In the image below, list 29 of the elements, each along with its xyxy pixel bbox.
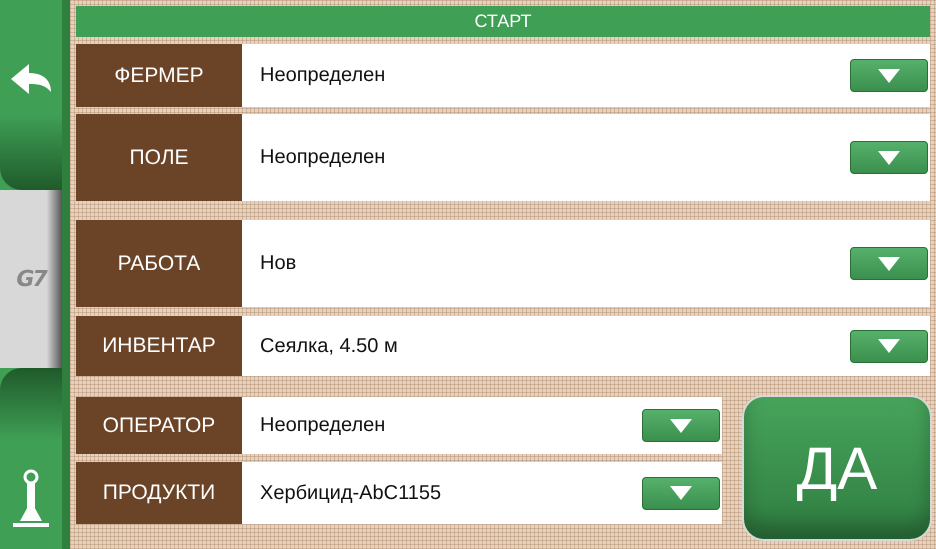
field-value: Нов <box>260 252 298 275</box>
caret-icon <box>878 150 900 164</box>
back-arrow-icon[interactable] <box>9 62 53 96</box>
caret-icon <box>670 486 692 500</box>
dropdown-button[interactable] <box>850 247 928 280</box>
field-value: Неопределен <box>260 64 386 87</box>
header-title: СТАРТ <box>76 6 930 37</box>
dropdown-button[interactable] <box>850 59 928 92</box>
field-label: ФЕРМЕР <box>76 44 242 107</box>
caret-icon <box>670 418 692 432</box>
field-value: Хербицид-AbC1155 <box>260 482 442 504</box>
dropdown-button[interactable] <box>642 476 720 510</box>
logo: G7 <box>16 266 46 292</box>
dropdown-button[interactable] <box>850 141 928 174</box>
field-value: Неопределен <box>260 414 386 437</box>
field-label: РАБОТА <box>76 220 242 307</box>
field-label: ИНВЕНТАР <box>76 316 242 376</box>
field-label: ПРОДУКТИ <box>76 462 242 524</box>
field-value: Сеялка, 4.50 м <box>260 334 399 358</box>
caret-icon <box>878 339 900 353</box>
dropdown-button[interactable] <box>642 409 720 442</box>
confirm-button[interactable]: ДА <box>742 395 932 541</box>
dropdown-button[interactable] <box>850 330 928 362</box>
field-value: Неопределен <box>260 146 386 169</box>
field-label: ПОЛЕ <box>76 114 242 201</box>
joystick-icon[interactable] <box>10 469 52 529</box>
caret-icon <box>878 256 900 270</box>
caret-icon <box>878 68 900 82</box>
field-label: ОПЕРАТОР <box>76 397 242 454</box>
